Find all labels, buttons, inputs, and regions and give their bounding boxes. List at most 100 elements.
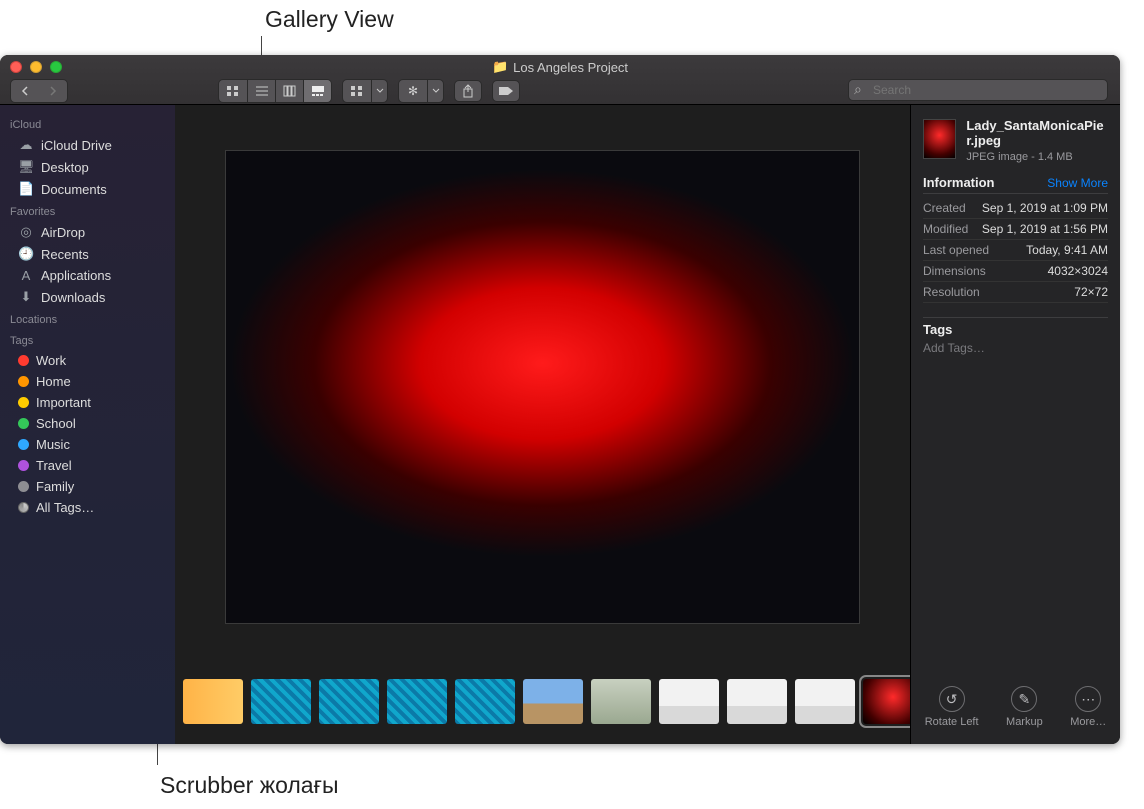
- file-kind-size: JPEG image - 1.4 MB: [966, 151, 1108, 163]
- info-row: Modified Sep 1, 2019 at 1:56 PM: [923, 219, 1108, 240]
- sidebar-item[interactable]: Home: [0, 371, 175, 392]
- sidebar: iCloud☁iCloud Drive 🖥 Desktop 📄DocumentsFav…: [0, 105, 175, 744]
- action-menu[interactable]: ✻: [398, 79, 444, 103]
- scrubber-thumb[interactable]: [591, 679, 651, 724]
- zoom-button[interactable]: [50, 61, 62, 73]
- quick-action-label: Markup: [1006, 716, 1043, 728]
- quick-action-label: More…: [1070, 716, 1106, 728]
- sidebar-item-icon: A: [18, 268, 34, 283]
- share-button[interactable]: [454, 80, 482, 102]
- scrubber-thumb[interactable]: [795, 679, 855, 724]
- back-button[interactable]: [11, 80, 39, 102]
- sidebar-item-icon: 🖥: [18, 159, 34, 175]
- icon-view-button[interactable]: [219, 80, 247, 102]
- sidebar-item[interactable]: 🕘Recents: [0, 243, 175, 265]
- sidebar-item-icon: ☁: [18, 137, 34, 153]
- nav-buttons: [10, 79, 68, 103]
- file-name: Lady_SantaMonicaPier.jpeg: [966, 119, 1108, 149]
- sidebar-item-label: Important: [36, 395, 91, 410]
- info-row-value: Sep 1, 2019 at 1:56 PM: [982, 222, 1108, 236]
- group-by-segment[interactable]: [342, 79, 388, 103]
- tags-button[interactable]: [492, 80, 520, 102]
- quick-action-icon: ⋯: [1075, 686, 1101, 712]
- scrubber-thumb[interactable]: [183, 679, 243, 724]
- gallery-view-button[interactable]: [303, 80, 331, 102]
- tag-dot-icon: [18, 376, 29, 387]
- sidebar-header: Tags: [0, 329, 175, 350]
- scrubber-thumb[interactable]: [319, 679, 379, 724]
- tags-section-title: Tags: [923, 322, 1108, 337]
- sidebar-item-icon: ⬇: [18, 289, 34, 305]
- callout-scrubber: Scrubber жолағы: [160, 772, 339, 799]
- sidebar-item[interactable]: School: [0, 413, 175, 434]
- sidebar-header: Locations: [0, 308, 175, 329]
- list-view-button[interactable]: [247, 80, 275, 102]
- sidebar-item[interactable]: Work: [0, 350, 175, 371]
- info-row-value: Sep 1, 2019 at 1:09 PM: [982, 201, 1108, 215]
- sidebar-item-label: Desktop: [41, 160, 89, 175]
- sidebar-item[interactable]: All Tags…: [0, 497, 175, 518]
- tag-dot-icon: [18, 502, 29, 513]
- quick-action-icon: ✎: [1011, 686, 1037, 712]
- scrubber-thumb[interactable]: [523, 679, 583, 724]
- scrubber-thumb[interactable]: [659, 679, 719, 724]
- main-content: [175, 105, 910, 744]
- sidebar-item-label: AirDrop: [41, 225, 85, 240]
- scrubber-thumb[interactable]: [455, 679, 515, 724]
- info-row: Created Sep 1, 2019 at 1:09 PM: [923, 198, 1108, 219]
- add-tags-field[interactable]: Add Tags…: [923, 341, 1108, 355]
- info-row-key: Modified: [923, 222, 968, 236]
- gear-icon[interactable]: ✻: [399, 80, 427, 102]
- sidebar-item-label: Family: [36, 479, 74, 494]
- info-row: Last openedToday, 9:41 AM: [923, 240, 1108, 261]
- show-more-link[interactable]: Show More: [1047, 176, 1108, 190]
- sidebar-item[interactable]: Important: [0, 392, 175, 413]
- sidebar-item-label: Travel: [36, 458, 72, 473]
- info-row-key: Dimensions: [923, 264, 986, 278]
- close-button[interactable]: [10, 61, 22, 73]
- scrubber-thumb[interactable]: [727, 679, 787, 724]
- minimize-button[interactable]: [30, 61, 42, 73]
- tag-dot-icon: [18, 397, 29, 408]
- sidebar-item[interactable]: 🖥 Desktop: [0, 156, 175, 178]
- action-dropdown[interactable]: [427, 80, 443, 102]
- scrubber-thumb[interactable]: [387, 679, 447, 724]
- sidebar-item[interactable]: ⬇Downloads: [0, 286, 175, 308]
- quick-action[interactable]: ⋯ More…: [1070, 686, 1106, 728]
- quick-action-icon: ↺: [939, 686, 965, 712]
- sidebar-item-label: School: [36, 416, 76, 431]
- search-wrap: [848, 79, 1108, 101]
- tag-dot-icon: [18, 355, 29, 366]
- window-title-text: Los Angeles Project: [513, 60, 628, 75]
- sidebar-item[interactable]: AApplications: [0, 265, 175, 286]
- quick-action[interactable]: ↺Rotate Left: [925, 686, 979, 728]
- sidebar-item-icon: ◎: [18, 224, 34, 240]
- sidebar-item-label: Home: [36, 374, 71, 389]
- quick-action[interactable]: ✎ Markup: [1006, 686, 1043, 728]
- info-row-key: Resolution: [923, 285, 980, 299]
- sidebar-item[interactable]: 📄Documents: [0, 178, 175, 200]
- scrubber-bar[interactable]: [183, 674, 902, 729]
- column-view-button[interactable]: [275, 80, 303, 102]
- info-row: Resolution 72×72: [923, 282, 1108, 303]
- scrubber-thumb[interactable]: [251, 679, 311, 724]
- info-row-value: 72×72: [1074, 285, 1108, 299]
- info-row: Dimensions4032×3024: [923, 261, 1108, 282]
- sidebar-header: iCloud: [0, 113, 175, 134]
- sidebar-header: Favorites: [0, 200, 175, 221]
- sidebar-item[interactable]: Music: [0, 434, 175, 455]
- sidebar-item[interactable]: Travel: [0, 455, 175, 476]
- info-row-key: Created: [923, 201, 966, 215]
- window-title: 📁 Los Angeles Project: [0, 59, 1120, 75]
- folder-icon: 📁: [492, 59, 508, 75]
- preview-image: [226, 151, 859, 623]
- search-input[interactable]: [848, 79, 1108, 101]
- sidebar-item-label: Recents: [41, 247, 89, 262]
- sidebar-item[interactable]: Family: [0, 476, 175, 497]
- sidebar-item[interactable]: ☁iCloud Drive: [0, 134, 175, 156]
- group-dropdown[interactable]: [371, 80, 387, 102]
- group-button[interactable]: [343, 80, 371, 102]
- sidebar-item[interactable]: ◎ AirDrop: [0, 221, 175, 243]
- tag-dot-icon: [18, 418, 29, 429]
- forward-button[interactable]: [39, 80, 67, 102]
